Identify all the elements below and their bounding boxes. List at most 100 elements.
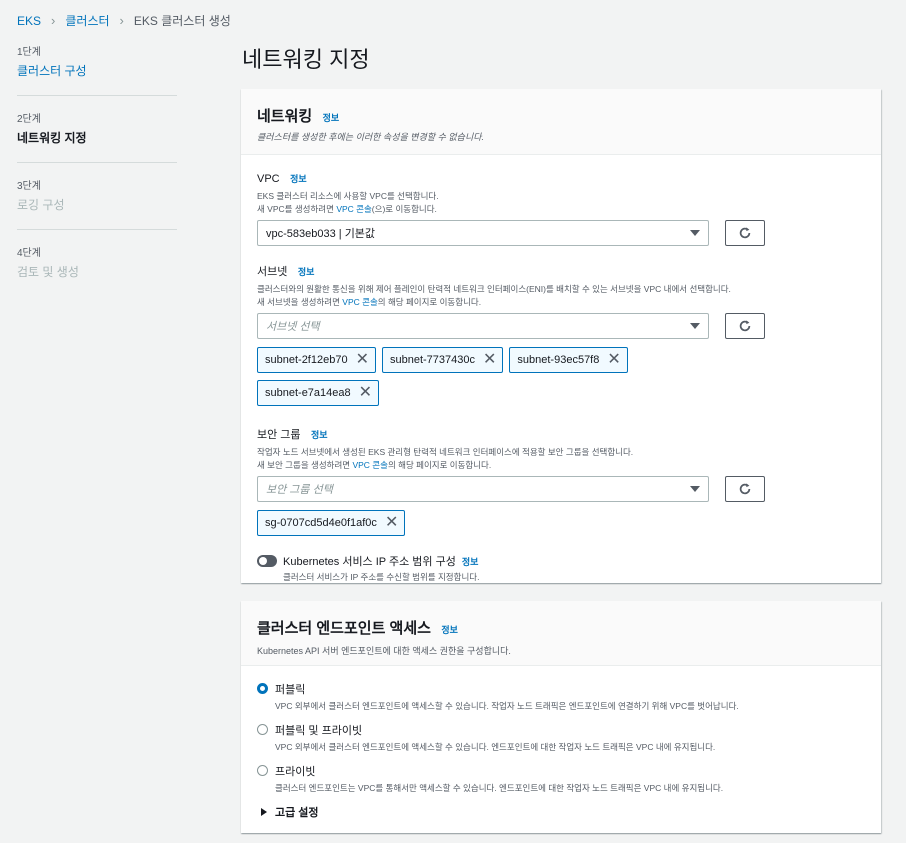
close-icon[interactable]: ✕	[359, 385, 372, 401]
option-description: 클러스터 엔드포인트는 VPC를 통해서만 액세스할 수 있습니다. 엔드포인트…	[275, 783, 724, 793]
caret-down-icon	[690, 486, 700, 492]
subnet-description: 클러스터와의 원활한 통신을 위해 제어 플레인이 탄력적 네트워크 인터페이스…	[257, 284, 731, 294]
security-group-info-link[interactable]: 정보	[311, 430, 328, 440]
radio-button[interactable]	[257, 724, 268, 735]
step-label: 로깅 구성	[17, 198, 65, 212]
chevron-right-icon: ›	[119, 13, 124, 28]
token-label: subnet-2f12eb70	[265, 354, 348, 366]
vpc-console-link[interactable]: VPC 콘솔	[336, 204, 371, 214]
security-group-select[interactable]: 보안 그룹 선택	[257, 476, 709, 502]
step-number: 3단계	[17, 181, 41, 192]
endpoint-option-private[interactable]: 프라이빗 클러스터 엔드포인트는 VPC를 통해서만 액세스할 수 있습니다. …	[257, 763, 865, 794]
networking-description: 클러스터를 생성한 후에는 이러한 속성을 변경할 수 없습니다.	[257, 132, 485, 142]
close-icon[interactable]: ✕	[356, 352, 369, 368]
wizard-steps: 1단계 클러스터 구성 2단계 네트워킹 지정 3단계 로깅 구성 4단계 검토…	[17, 43, 177, 310]
token-label: subnet-93ec57f8	[517, 354, 600, 366]
networking-header: 네트워킹 정보 클러스터를 생성한 후에는 이러한 속성을 변경할 수 없습니다…	[241, 89, 881, 155]
endpoint-info-link[interactable]: 정보	[441, 625, 458, 635]
step-label[interactable]: 클러스터 구성	[17, 62, 177, 79]
k8s-ip-range-field: Kubernetes 서비스 IP 주소 범위 구성 정보 클러스터 서비스가 …	[257, 553, 865, 584]
security-group-token-list: sg-0707cd5d4e0f1af0c ✕	[257, 510, 717, 543]
subnet-field: 서브넷 정보 클러스터와의 원활한 통신을 위해 제어 플레인이 탄력적 네트워…	[257, 262, 865, 413]
breadcrumb: EKS › 클러스터 › EKS 클러스터 생성	[17, 12, 231, 29]
endpoint-access-panel: 클러스터 엔드포인트 액세스 정보 Kubernetes API 서버 엔드포인…	[241, 601, 881, 833]
subnet-select[interactable]: 서브넷 선택	[257, 313, 709, 339]
option-description: VPC 외부에서 클러스터 엔드포인트에 액세스할 수 있습니다. 엔드포인트에…	[275, 742, 716, 752]
option-description: VPC 외부에서 클러스터 엔드포인트에 액세스할 수 있습니다. 작업자 노드…	[275, 701, 739, 711]
radio-button-selected[interactable]	[257, 683, 268, 694]
wizard-step-1[interactable]: 1단계 클러스터 구성	[17, 43, 177, 96]
close-icon[interactable]: ✕	[607, 352, 620, 368]
subnet-token: subnet-7737430c ✕	[381, 347, 504, 373]
wizard-step-4: 4단계 검토 및 생성	[17, 244, 177, 296]
token-label: sg-0707cd5d4e0f1af0c	[265, 517, 377, 529]
wizard-step-2: 2단계 네트워킹 지정	[17, 110, 177, 163]
subnet-token: subnet-2f12eb70 ✕	[257, 347, 376, 373]
security-group-description-2: 새 보안 그룹을 생성하려면 VPC 콘솔의 해당 페이지로 이동합니다.	[257, 460, 492, 470]
step-number: 4단계	[17, 248, 41, 259]
radio-button[interactable]	[257, 765, 268, 776]
k8s-ip-range-label: Kubernetes 서비스 IP 주소 범위 구성	[283, 556, 456, 568]
step-label: 네트워킹 지정	[17, 131, 87, 145]
networking-info-link[interactable]: 정보	[323, 113, 340, 123]
security-group-description: 작업자 노드 서브넷에서 생성된 EKS 관리형 탄력적 네트워크 인터페이스에…	[257, 447, 634, 457]
security-group-field: 보안 그룹 정보 작업자 노드 서브넷에서 생성된 EKS 관리형 탄력적 네트…	[257, 425, 865, 543]
breadcrumb-eks[interactable]: EKS	[17, 14, 41, 28]
networking-title: 네트워킹	[257, 108, 313, 125]
step-label: 검토 및 생성	[17, 265, 79, 279]
k8s-ip-range-description: 클러스터 서비스가 IP 주소를 수신할 범위를 지정합니다.	[283, 572, 480, 582]
subnet-token: subnet-93ec57f8 ✕	[509, 347, 628, 373]
caret-down-icon	[690, 230, 700, 236]
vpc-console-link[interactable]: VPC 콘솔	[352, 460, 387, 470]
endpoint-access-title: 클러스터 엔드포인트 액세스	[257, 620, 431, 637]
endpoint-access-header: 클러스터 엔드포인트 액세스 정보 Kubernetes API 서버 엔드포인…	[241, 601, 881, 666]
token-label: subnet-e7a14ea8	[265, 387, 351, 399]
breadcrumb-clusters[interactable]: 클러스터	[65, 12, 109, 29]
subnet-token-list: subnet-2f12eb70 ✕ subnet-7737430c ✕ subnet…	[257, 347, 717, 413]
refresh-icon	[739, 320, 751, 332]
endpoint-option-public-private[interactable]: 퍼블릭 및 프라이빗 VPC 외부에서 클러스터 엔드포인트에 액세스할 수 있…	[257, 722, 865, 753]
caret-down-icon	[690, 323, 700, 329]
chevron-right-icon: ›	[51, 13, 56, 28]
caret-right-icon	[261, 808, 267, 816]
subnet-label: 서브넷	[257, 266, 288, 278]
endpoint-access-description: Kubernetes API 서버 엔드포인트에 대한 액세스 권한을 구성합니…	[257, 646, 511, 656]
k8s-info-link[interactable]: 정보	[462, 555, 479, 568]
security-group-refresh-button[interactable]	[725, 476, 765, 502]
wizard-step-3: 3단계 로깅 구성	[17, 177, 177, 230]
endpoint-option-public[interactable]: 퍼블릭 VPC 외부에서 클러스터 엔드포인트에 액세스할 수 있습니다. 작업…	[257, 681, 865, 712]
subnet-select-placeholder: 서브넷 선택	[266, 321, 320, 333]
token-label: subnet-7737430c	[389, 354, 475, 366]
subnet-refresh-button[interactable]	[725, 313, 765, 339]
refresh-icon	[739, 483, 751, 495]
security-group-token: sg-0707cd5d4e0f1af0c ✕	[257, 510, 406, 536]
vpc-label: VPC	[257, 173, 280, 185]
security-group-select-placeholder: 보안 그룹 선택	[266, 484, 333, 496]
breadcrumb-current: EKS 클러스터 생성	[133, 14, 231, 28]
vpc-select-value: vpc-583eb033 | 기본값	[266, 228, 376, 240]
vpc-description: EKS 클러스터 리소스에 사용할 VPC를 선택합니다.	[257, 191, 439, 201]
page-title: 네트워킹 지정	[242, 47, 370, 72]
subnet-info-link[interactable]: 정보	[298, 267, 315, 277]
option-label: 퍼블릭 및 프라이빗	[275, 725, 363, 737]
vpc-select[interactable]: vpc-583eb033 | 기본값	[257, 220, 709, 246]
networking-panel: 네트워킹 정보 클러스터를 생성한 후에는 이러한 속성을 변경할 수 없습니다…	[241, 89, 881, 583]
vpc-console-link[interactable]: VPC 콘솔	[342, 297, 377, 307]
option-label: 프라이빗	[275, 766, 316, 778]
k8s-ip-range-toggle[interactable]	[257, 555, 277, 567]
advanced-settings-label: 고급 설정	[275, 807, 319, 819]
step-number: 1단계	[17, 47, 41, 58]
vpc-refresh-button[interactable]	[725, 220, 765, 246]
security-group-label: 보안 그룹	[257, 429, 301, 441]
option-label: 퍼블릭	[275, 684, 306, 696]
subnet-description-2: 새 서브넷을 생성하려면 VPC 콘솔의 해당 페이지로 이동합니다.	[257, 297, 482, 307]
vpc-info-link[interactable]: 정보	[290, 174, 307, 184]
refresh-icon	[739, 227, 751, 239]
close-icon[interactable]: ✕	[483, 352, 496, 368]
subnet-token: subnet-e7a14ea8 ✕	[257, 380, 380, 406]
vpc-description-2: 새 VPC를 생성하려면 VPC 콘솔(으)로 이동합니다.	[257, 204, 437, 214]
step-number: 2단계	[17, 114, 41, 125]
close-icon[interactable]: ✕	[385, 515, 398, 531]
advanced-settings-toggle[interactable]: 고급 설정	[261, 804, 865, 820]
vpc-field: VPC 정보 EKS 클러스터 리소스에 사용할 VPC를 선택합니다. 새 V…	[257, 169, 865, 246]
